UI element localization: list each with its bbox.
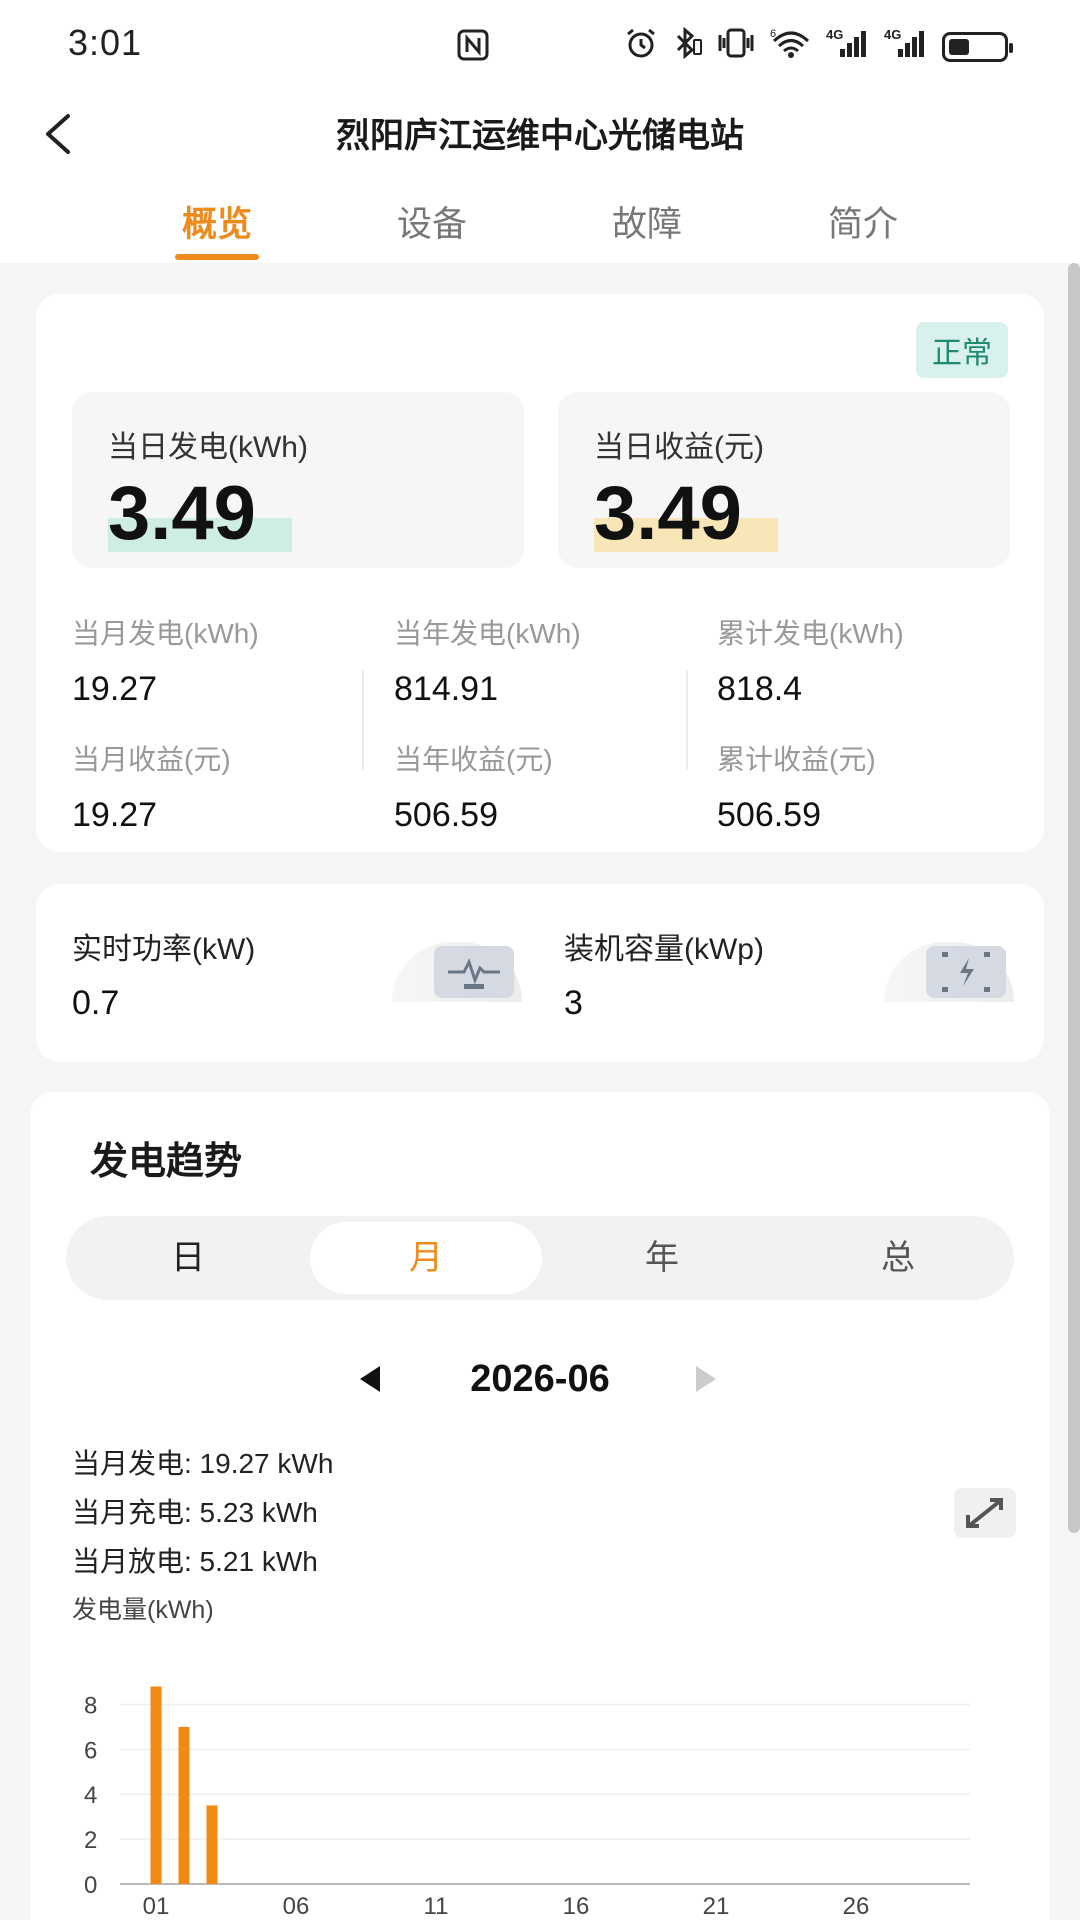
status-badge: 正常	[916, 322, 1008, 378]
x-tick-label: 26	[843, 1893, 870, 1920]
divider	[686, 670, 688, 770]
month-income-stat: 当月收益(元) 19.27	[72, 738, 372, 835]
total-generation-stat: 累计发电(kWh) 818.4	[717, 612, 1017, 709]
y-tick-label: 8	[84, 1692, 97, 1719]
signal-4g-icon: 4G	[826, 27, 870, 66]
signal-label-1: 4G	[826, 27, 843, 42]
bluetooth-icon	[672, 26, 702, 67]
daily-generation-value: 3.49	[108, 471, 256, 556]
stat-label: 当月发电(kWh)	[72, 618, 259, 649]
nfc-icon	[456, 28, 490, 69]
generation-chart: 0 2 4 6 8 01 06 11 16 21 26	[84, 1686, 970, 1920]
stat-label: 当月收益(元)	[72, 744, 231, 775]
capacity-value: 3	[564, 984, 583, 1022]
bar-02[interactable]	[178, 1726, 190, 1884]
stat-value: 19.27	[72, 796, 158, 834]
alarm-icon	[624, 27, 658, 66]
x-tick-label: 06	[283, 1893, 310, 1920]
y-tick-label: 4	[84, 1782, 97, 1809]
x-tick-label: 16	[563, 1893, 590, 1920]
trend-card: 发电趋势 日 月 年 总 2026-06 当月发电: 19.27 kWh 当月充…	[30, 1092, 1050, 1920]
daily-income-label: 当日收益(元)	[594, 431, 764, 464]
bar-01[interactable]	[150, 1686, 162, 1884]
page-title: 烈阳庐江运维中心光储电站	[336, 117, 744, 155]
status-icons: 6 4G 4G	[624, 26, 1013, 67]
monitor-pulse-icon	[434, 946, 514, 998]
tab-intro[interactable]: 简介	[783, 196, 943, 247]
year-generation-stat: 当年发电(kWh) 814.91	[394, 612, 694, 709]
month-generation-stat: 当月发电(kWh) 19.27	[72, 612, 372, 709]
tab-faults[interactable]: 故障	[567, 196, 727, 247]
battery-icon	[942, 31, 1013, 62]
summary-card: 正常 当日发电(kWh) 3.49 当日收益(元) 3.49 当月发电(kWh)…	[36, 294, 1044, 852]
x-tick-label: 21	[703, 1893, 730, 1920]
vibrate-icon	[716, 27, 756, 66]
signal-label-2: 4G	[884, 27, 901, 42]
stat-value: 506.59	[717, 796, 821, 834]
stat-value: 818.4	[717, 670, 803, 708]
tab-active-indicator	[175, 254, 259, 260]
y-tick-label: 0	[84, 1872, 97, 1899]
scrollbar[interactable]	[1068, 263, 1080, 1533]
status-bar: 3:01 6 4G 4G	[0, 0, 1080, 90]
y-tick-label: 2	[84, 1827, 97, 1854]
stat-label: 累计发电(kWh)	[717, 618, 904, 649]
stat-value: 506.59	[394, 796, 498, 834]
daily-income-value: 3.49	[594, 471, 742, 556]
realtime-power-value: 0.7	[72, 984, 120, 1022]
capacity-label: 装机容量(kWp)	[564, 933, 764, 966]
tab-devices[interactable]: 设备	[352, 196, 512, 247]
stat-value: 19.27	[72, 670, 158, 708]
x-tick-label: 11	[424, 1893, 449, 1920]
tab-overview[interactable]: 概览	[137, 196, 297, 247]
signal-4g-icon: 4G	[884, 27, 928, 66]
wifi-label: 6	[770, 28, 776, 40]
stat-label: 当年收益(元)	[394, 744, 553, 775]
divider	[362, 670, 364, 770]
realtime-card: 实时功率(kW) 0.7 装机容量(kWp) 3	[36, 884, 1044, 1062]
bar-03[interactable]	[206, 1805, 218, 1884]
stat-label: 累计收益(元)	[717, 744, 876, 775]
realtime-power-label: 实时功率(kW)	[72, 933, 256, 966]
total-income-stat: 累计收益(元) 506.59	[717, 738, 1017, 835]
year-income-stat: 当年收益(元) 506.59	[394, 738, 694, 835]
stat-value: 814.91	[394, 670, 498, 708]
wifi-6-icon: 6	[770, 27, 812, 66]
daily-generation-box: 当日发电(kWh) 3.49	[72, 392, 524, 568]
daily-generation-label: 当日发电(kWh)	[108, 431, 308, 464]
tab-bar: 概览 设备 故障 简介	[0, 196, 1080, 262]
y-tick-label: 6	[84, 1737, 97, 1764]
x-tick-label: 01	[143, 1893, 170, 1920]
daily-income-box: 当日收益(元) 3.49	[558, 392, 1010, 568]
battery-bolt-icon	[926, 946, 1006, 998]
status-time: 3:01	[68, 22, 143, 63]
stat-label: 当年发电(kWh)	[394, 618, 581, 649]
